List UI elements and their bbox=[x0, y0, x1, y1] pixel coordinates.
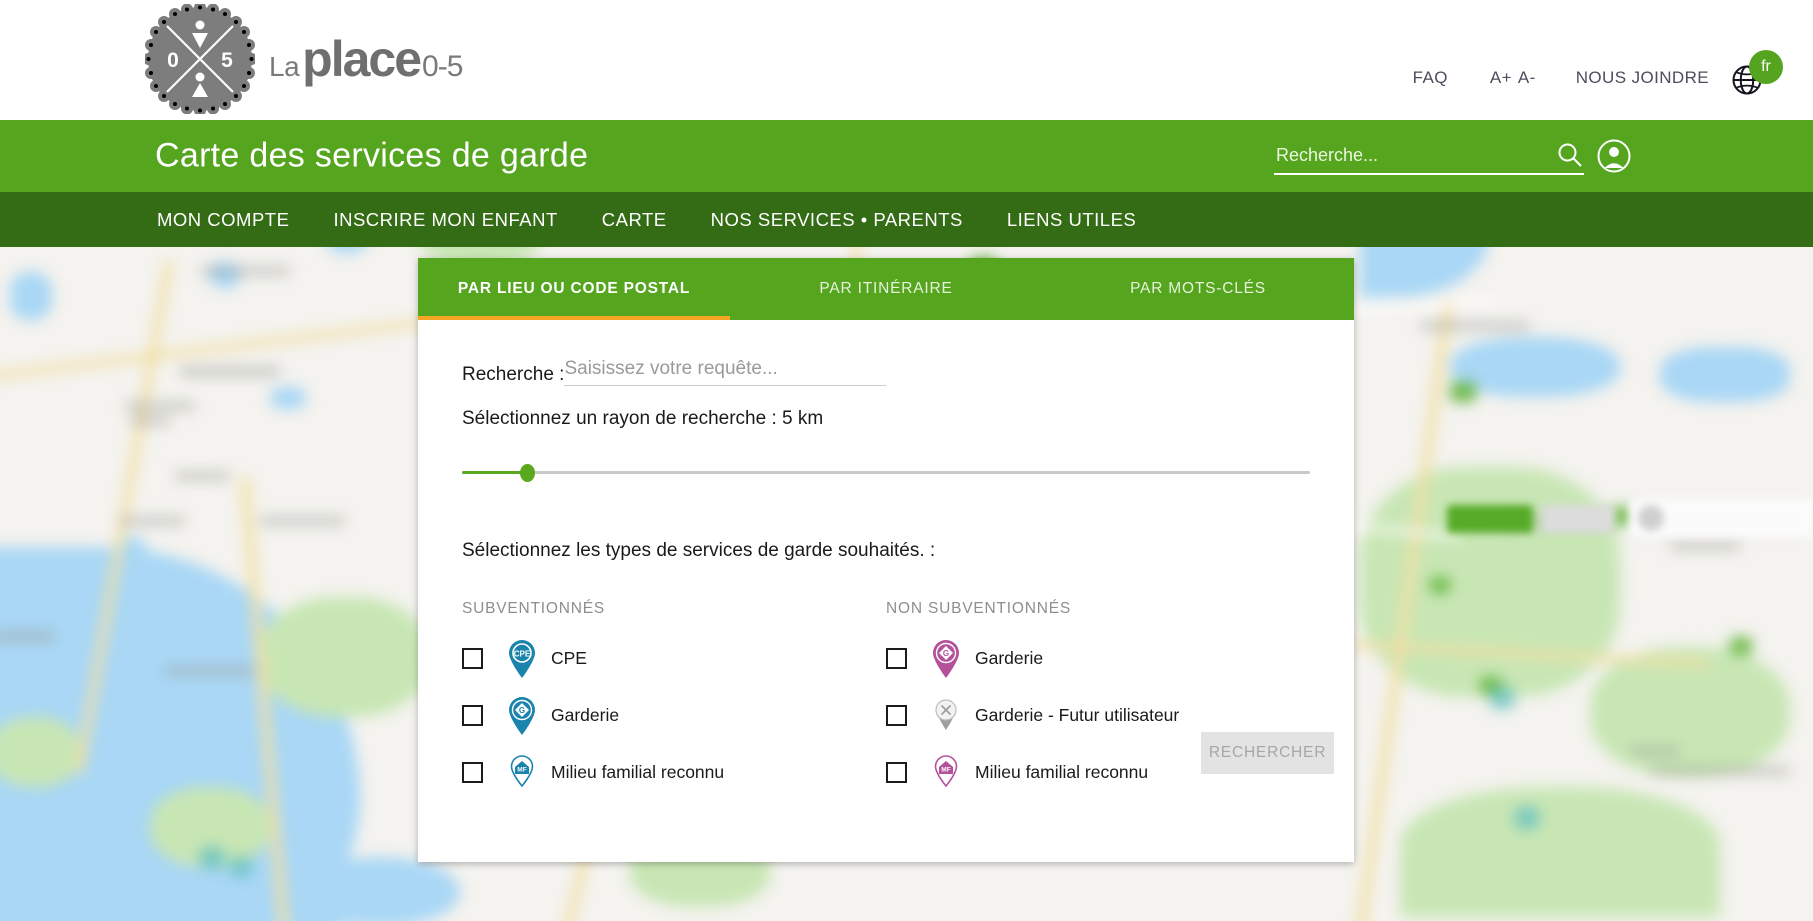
checkbox-cpe-subventionne[interactable] bbox=[462, 648, 483, 669]
header-search[interactable] bbox=[1274, 137, 1584, 175]
nav-item-mon-compte[interactable]: MON COMPTE bbox=[157, 209, 289, 231]
logo-05-text: 0-5 bbox=[422, 50, 463, 83]
utility-nav: FAQ A+ A- NOUS JOINDRE fr bbox=[1413, 50, 1813, 96]
logo-la-text: La bbox=[269, 51, 300, 82]
service-types-columns: SUBVENTIONNÉS CPE CPE G Garderie MF Mili… bbox=[462, 600, 1310, 801]
option-garderie-non-subventionne[interactable]: G Garderie bbox=[886, 630, 1310, 687]
checkbox-garderie-subventionne[interactable] bbox=[462, 705, 483, 726]
map-control-secondary-button[interactable] bbox=[1542, 505, 1614, 533]
page-header-bar: Carte des services de garde bbox=[0, 120, 1813, 192]
radius-slider-thumb[interactable] bbox=[520, 464, 535, 482]
svg-text:MF: MF bbox=[517, 766, 526, 773]
search-tabs: PAR LIEU OU CODE POSTAL PAR ITINÉRAIRE P… bbox=[418, 258, 1354, 320]
pin-garderie-futur-utilisateur-icon bbox=[929, 696, 963, 736]
logo-place-text: place bbox=[302, 31, 422, 87]
query-input[interactable] bbox=[564, 358, 887, 386]
pin-milieu-familial-non-subventionne-icon: MF bbox=[929, 753, 963, 793]
query-row: Recherche : bbox=[462, 358, 1310, 386]
option-milieu-familial-non-subventionne-label: Milieu familial reconnu bbox=[975, 762, 1149, 782]
svg-text:CPE: CPE bbox=[514, 649, 531, 658]
map-control-avatar-icon[interactable] bbox=[1638, 505, 1664, 531]
service-types-label: Sélectionnez les types de services de ga… bbox=[462, 540, 936, 561]
rechercher-button[interactable]: RECHERCHER bbox=[1201, 732, 1334, 774]
svg-text:0: 0 bbox=[167, 49, 179, 72]
option-garderie-non-subventionne-label: Garderie bbox=[975, 648, 1044, 668]
language-switcher[interactable]: fr bbox=[1731, 50, 1783, 100]
column-subventionnes: SUBVENTIONNÉS CPE CPE G Garderie MF Mili… bbox=[462, 600, 886, 801]
option-garderie-subventionne-label: Garderie bbox=[551, 705, 620, 725]
svg-text:G: G bbox=[943, 649, 949, 658]
svg-text:5: 5 bbox=[221, 49, 233, 72]
page-title: Carte des services de garde bbox=[155, 136, 589, 175]
logo-wordmark: La place 0-5 bbox=[269, 30, 463, 88]
header-search-input[interactable] bbox=[1274, 143, 1532, 167]
radius-label: Sélectionnez un rayon de recherche : 5 k… bbox=[462, 408, 824, 429]
nav-faq-link[interactable]: FAQ bbox=[1413, 68, 1448, 88]
tab-par-lieu-ou-code-postal[interactable]: PAR LIEU OU CODE POSTAL bbox=[418, 258, 730, 320]
logo-badge-icon: 0 5 bbox=[142, 1, 258, 117]
user-avatar-icon bbox=[1597, 139, 1631, 177]
tab-par-mots-cles[interactable]: PAR MOTS-CLÉS bbox=[1042, 258, 1354, 320]
search-icon bbox=[1556, 143, 1584, 172]
pin-garderie-non-subventionne-icon: G bbox=[929, 639, 963, 679]
top-bar: 0 5 La place 0-5 FAQ A+ A- NOUS JOINDRE bbox=[0, 0, 1813, 120]
svg-text:G: G bbox=[519, 706, 525, 715]
font-increase-button[interactable]: A+ bbox=[1490, 68, 1512, 88]
checkbox-milieu-familial-subventionne[interactable] bbox=[462, 762, 483, 783]
search-panel-body: Recherche : Sélectionnez un rayon de rec… bbox=[418, 320, 1354, 862]
radius-slider[interactable] bbox=[462, 464, 1310, 482]
option-cpe-label: CPE bbox=[551, 648, 587, 668]
map-control-primary-button[interactable] bbox=[1447, 505, 1533, 533]
radius-slider-fill bbox=[462, 471, 527, 474]
nav-contact-link[interactable]: NOUS JOINDRE bbox=[1576, 68, 1709, 88]
pin-cpe-icon: CPE bbox=[505, 639, 539, 679]
site-logo[interactable]: 0 5 La place 0-5 bbox=[142, 1, 463, 117]
checkbox-garderie-futur-utilisateur[interactable] bbox=[886, 705, 907, 726]
option-garderie-subventionne[interactable]: G Garderie bbox=[462, 687, 886, 744]
nav-item-liens-utiles[interactable]: LIENS UTILES bbox=[1007, 209, 1136, 231]
account-button[interactable] bbox=[1597, 139, 1631, 173]
option-milieu-familial-subventionne-label: Milieu familial reconnu bbox=[551, 762, 725, 782]
language-badge: fr bbox=[1749, 50, 1783, 84]
font-decrease-button[interactable]: A- bbox=[1518, 68, 1536, 88]
svg-text:MF: MF bbox=[941, 766, 950, 773]
pin-milieu-familial-subventionne-icon: MF bbox=[505, 753, 539, 793]
option-milieu-familial-subventionne[interactable]: MF Milieu familial reconnu bbox=[462, 744, 886, 801]
search-submit-button[interactable] bbox=[1556, 141, 1584, 172]
pin-garderie-subventionne-icon: G bbox=[505, 696, 539, 736]
main-nav: MON COMPTE INSCRIRE MON ENFANT CARTE NOS… bbox=[0, 192, 1813, 247]
radius-slider-track[interactable] bbox=[462, 471, 1310, 474]
checkbox-milieu-familial-non-subventionne[interactable] bbox=[886, 762, 907, 783]
column-non-subventionnes-heading: NON SUBVENTIONNÉS bbox=[886, 600, 1071, 617]
query-label: Recherche : bbox=[462, 364, 565, 385]
nav-item-inscrire[interactable]: INSCRIRE MON ENFANT bbox=[333, 209, 557, 231]
tab-par-itineraire[interactable]: PAR ITINÉRAIRE bbox=[730, 258, 1042, 320]
search-panel: PAR LIEU OU CODE POSTAL PAR ITINÉRAIRE P… bbox=[418, 258, 1354, 862]
checkbox-garderie-non-subventionne[interactable] bbox=[886, 648, 907, 669]
option-cpe-subventionne[interactable]: CPE CPE bbox=[462, 630, 886, 687]
nav-item-nos-services[interactable]: NOS SERVICES • PARENTS bbox=[711, 209, 963, 231]
column-subventionnes-heading: SUBVENTIONNÉS bbox=[462, 600, 606, 617]
nav-item-carte[interactable]: CARTE bbox=[602, 209, 667, 231]
option-garderie-futur-utilisateur-label: Garderie - Futur utilisateur bbox=[975, 705, 1180, 725]
